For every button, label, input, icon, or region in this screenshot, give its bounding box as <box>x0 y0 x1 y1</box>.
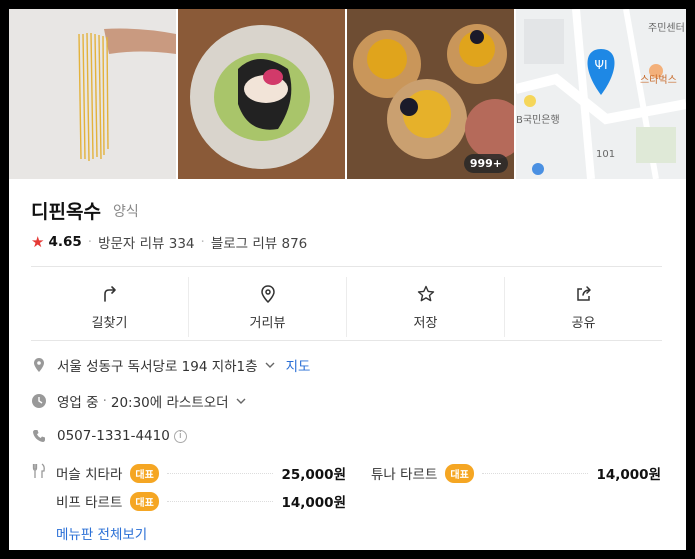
place-card: 999+ ΨI 주민센터 스타벅스 B국민은행 101 디핀옥수 양식 ★ 4.… <box>9 9 686 550</box>
map-label-starbucks: 스타벅스 <box>640 75 677 86</box>
photo-strip: 999+ ΨI 주민센터 스타벅스 B국민은행 101 <box>9 9 686 179</box>
chevron-down-icon[interactable] <box>235 395 247 407</box>
menu-item-name: 비프 타르트 <box>56 495 123 511</box>
directions-icon <box>103 285 116 302</box>
last-order-text[interactable]: 20:30에 라스트오더 <box>111 391 229 411</box>
menu-item-price: 25,000원 <box>281 467 346 483</box>
info-circle-icon[interactable]: i <box>173 429 187 443</box>
address-text[interactable]: 서울 성동구 독서당로 194 지하1층 <box>57 355 258 375</box>
directions-button[interactable]: 길찾기 <box>31 277 189 337</box>
phone-row: 0507-1331-4410 i <box>31 428 187 444</box>
action-bar: 길찾기 거리뷰 저장 공유 <box>31 277 662 337</box>
share-button[interactable]: 공유 <box>505 277 662 337</box>
menu-item[interactable]: 튜나 타르트 대표 14,000원 <box>371 463 661 483</box>
menu-item-price: 14,000원 <box>596 467 661 483</box>
clock-icon <box>32 394 46 408</box>
menu-item-name: 튜나 타르트 <box>371 467 438 483</box>
fork-knife-icon <box>32 463 45 478</box>
share-label: 공유 <box>571 315 596 331</box>
divider <box>31 340 662 341</box>
map-link[interactable]: 지도 <box>286 355 311 375</box>
streetview-button[interactable]: 거리뷰 <box>189 277 347 337</box>
svg-text:ΨI: ΨI <box>595 58 608 72</box>
map-label-101: 101 <box>596 149 616 160</box>
streetview-pin-icon <box>260 284 275 303</box>
phone-icon <box>33 430 45 442</box>
star-outline-icon <box>417 285 434 301</box>
separator-dot: · <box>102 393 107 409</box>
dotted-leader <box>166 472 274 474</box>
review-stats: ★ 4.65 · 방문자 리뷰 334 · 블로그 리뷰 876 <box>31 232 307 252</box>
blog-review-link[interactable]: 블로그 리뷰 876 <box>211 232 307 252</box>
separator-dot: · <box>87 234 93 250</box>
representative-badge: 대표 <box>130 491 159 511</box>
phone-number[interactable]: 0507-1331-4410 <box>57 428 170 444</box>
save-button[interactable]: 저장 <box>347 277 505 337</box>
share-icon <box>576 285 591 301</box>
photo-tartlets[interactable]: 999+ <box>347 9 514 179</box>
open-status: 영업 중 <box>57 395 99 411</box>
representative-badge: 대표 <box>445 463 474 483</box>
chevron-down-icon[interactable] <box>264 359 276 371</box>
divider <box>31 266 662 267</box>
view-full-menu-link[interactable]: 메뉴판 전체보기 <box>56 523 147 543</box>
place-category: 양식 <box>113 204 139 220</box>
hours-row: 영업 중 · 20:30에 라스트오더 <box>31 391 253 411</box>
dotted-leader <box>481 472 589 474</box>
rating-star-icon: ★ <box>31 233 45 251</box>
visitor-review-link[interactable]: 방문자 리뷰 334 <box>98 232 194 252</box>
photo-dish[interactable] <box>178 9 345 179</box>
photo-pasta[interactable] <box>9 9 176 179</box>
map-thumbnail[interactable]: ΨI 주민센터 스타벅스 B국민은행 101 <box>516 9 686 179</box>
menu-item-name: 머슬 치타라 <box>56 467 123 483</box>
separator-dot: · <box>200 234 205 250</box>
menu-item[interactable]: 비프 타르트 대표 14,000원 <box>56 491 346 511</box>
photo-count-badge: 999+ <box>463 154 508 173</box>
map-label-community-center: 주민센터 <box>648 23 685 34</box>
map-label-bank: B국민은행 <box>516 115 560 126</box>
place-name[interactable]: 디핀옥수 <box>31 197 101 224</box>
representative-badge: 대표 <box>130 463 159 483</box>
save-label: 저장 <box>413 315 438 331</box>
menu-item[interactable]: 머슬 치타라 대표 25,000원 <box>56 463 346 483</box>
rating-value: 4.65 <box>48 234 82 250</box>
address-row: 서울 성동구 독서당로 194 지하1층 지도 <box>31 355 310 375</box>
streetview-label: 거리뷰 <box>249 315 286 331</box>
location-pin-icon <box>34 358 44 372</box>
dotted-leader <box>166 500 274 502</box>
menu-item-price: 14,000원 <box>281 495 346 511</box>
directions-label: 길찾기 <box>91 315 128 331</box>
